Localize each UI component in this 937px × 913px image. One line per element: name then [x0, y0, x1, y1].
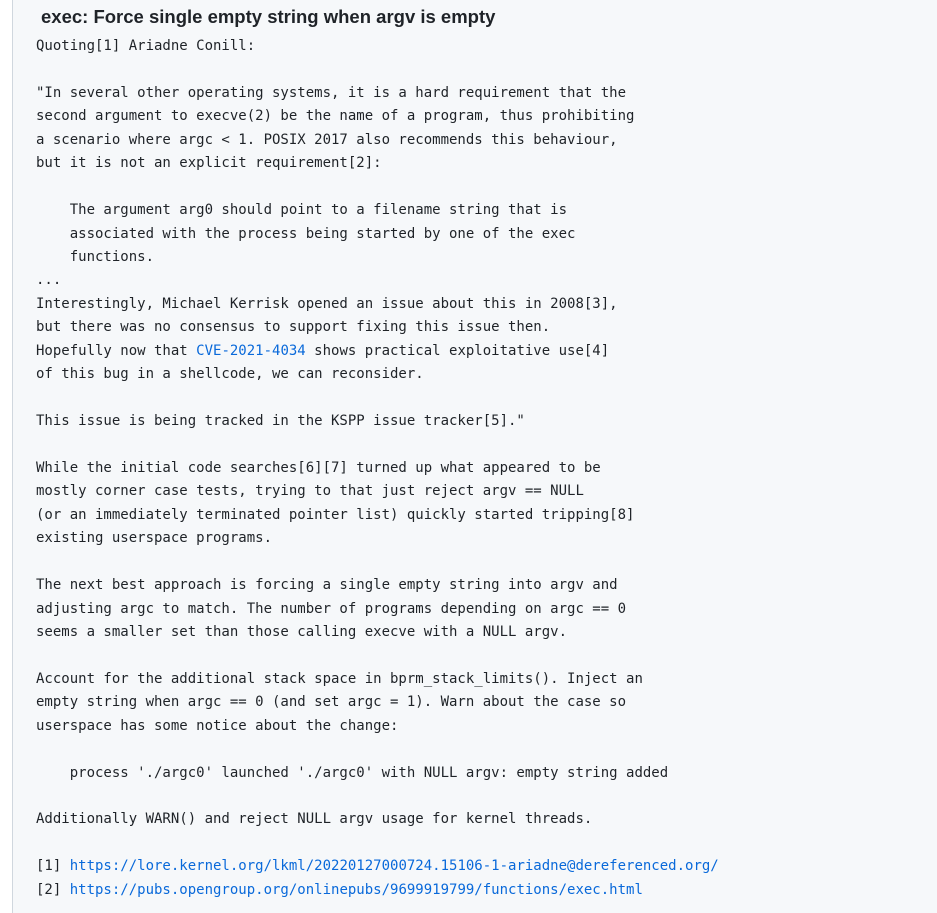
body-line: (or an immediately terminated pointer li…	[36, 506, 635, 523]
reference-link-2[interactable]: https://pubs.opengroup.org/onlinepubs/96…	[70, 882, 643, 898]
body-line: mostly corner case tests, trying to that…	[36, 483, 584, 500]
body-line	[36, 58, 937, 81]
commit-body: Quoting[1] Ariadne Conill: "In several o…	[36, 35, 937, 902]
body-line: functions.	[36, 248, 155, 265]
body-line	[36, 644, 937, 667]
body-line: but it is not an explicit requirement[2]…	[36, 155, 382, 172]
body-line: empty string when argc == 0 (and set arg…	[36, 694, 627, 711]
body-line	[36, 785, 937, 808]
body-line-suffix: shows practical exploitative use[4]	[305, 342, 610, 359]
body-line: This issue is being tracked in the KSPP …	[36, 413, 525, 429]
body-line: second argument to execve(2) be the name…	[36, 108, 635, 125]
body-line	[36, 551, 937, 574]
commit-message-panel: exec: Force single empty string when arg…	[12, 0, 937, 913]
body-line: While the initial code searches[6][7] tu…	[36, 459, 601, 476]
body-line: Interestingly, Michael Kerrisk opened an…	[36, 295, 618, 312]
reference-line: [2] https://pubs.opengroup.org/onlinepub…	[36, 879, 937, 902]
body-line	[36, 433, 937, 456]
body-line-prefix: Hopefully now that	[36, 342, 197, 359]
body-line: The next best approach is forcing a sing…	[36, 577, 618, 594]
commit-title: exec: Force single empty string when arg…	[41, 6, 496, 27]
body-line: adjusting argc to match. The number of p…	[36, 600, 627, 617]
body-line: existing userspace programs.	[36, 530, 273, 547]
body-line	[36, 832, 937, 855]
body-line: Additionally WARN() and reject NULL argv…	[36, 811, 593, 828]
body-line: but there was no consensus to support fi…	[36, 319, 551, 336]
body-line: of this bug in a shellcode, we can recon…	[36, 366, 424, 383]
body-line	[36, 738, 937, 761]
cve-link[interactable]: CVE-2021-4034	[196, 343, 306, 359]
body-line: Quoting[1] Ariadne Conill:	[36, 38, 256, 54]
body-line: The argument arg0 should point to a file…	[36, 202, 568, 219]
reference-marker: [1]	[36, 858, 70, 875]
body-line: a scenario where argc < 1. POSIX 2017 al…	[36, 131, 618, 148]
body-line	[36, 387, 937, 410]
body-line: associated with the process being starte…	[36, 225, 576, 242]
reference-line: [1] https://lore.kernel.org/lkml/2022012…	[36, 855, 937, 878]
body-line: ...	[36, 272, 62, 289]
body-line: userspace has some notice about the chan…	[36, 717, 399, 734]
reference-link-1[interactable]: https://lore.kernel.org/lkml/20220127000…	[70, 858, 719, 874]
body-line: seems a smaller set than those calling e…	[36, 623, 568, 640]
reference-marker: [2]	[36, 881, 70, 898]
body-line: process './argc0' launched './argc0' wit…	[36, 764, 669, 781]
body-line: Account for the additional stack space i…	[36, 670, 643, 687]
body-line: "In several other operating systems, it …	[36, 84, 627, 101]
body-line	[36, 176, 937, 199]
body-line-with-cve: Hopefully now that CVE-2021-4034 shows p…	[36, 340, 937, 363]
